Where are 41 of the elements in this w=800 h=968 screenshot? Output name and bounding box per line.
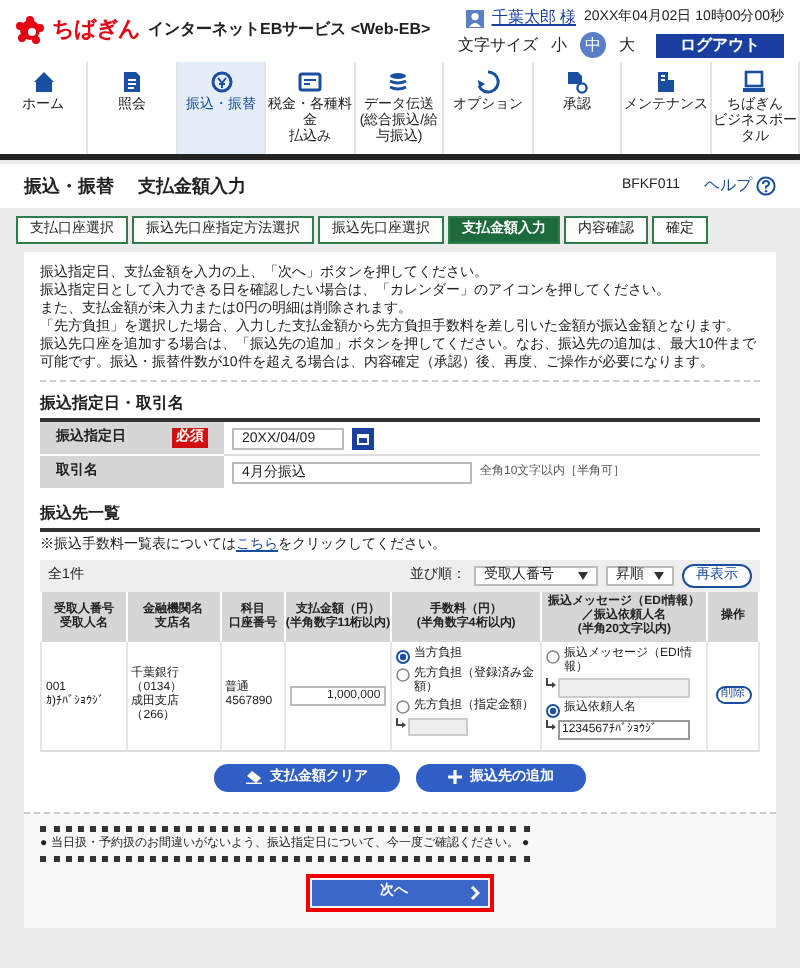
calendar-button[interactable] bbox=[352, 427, 374, 449]
page-category: 振込・振替 bbox=[24, 176, 114, 196]
logo-icon bbox=[16, 16, 44, 44]
fee-field[interactable] bbox=[408, 718, 469, 736]
nav-icon bbox=[475, 70, 500, 94]
help-link[interactable]: ヘルプ bbox=[704, 176, 776, 196]
user-icon bbox=[465, 9, 484, 27]
service-name: インターネットEBサービス <Web-EB> bbox=[148, 20, 431, 40]
radio-button[interactable] bbox=[545, 703, 560, 717]
nav-icon bbox=[742, 70, 767, 94]
message-field[interactable] bbox=[557, 678, 690, 698]
radio-button[interactable] bbox=[396, 700, 411, 714]
corner-arrow-icon bbox=[396, 718, 407, 728]
font-size-label: 文字サイズ bbox=[458, 35, 538, 55]
radio-button[interactable] bbox=[396, 649, 411, 663]
user-name[interactable]: 千葉太郎 様 bbox=[491, 8, 576, 28]
caret-icon bbox=[654, 572, 664, 580]
help-icon bbox=[756, 176, 776, 196]
chevron-right-icon bbox=[470, 885, 480, 899]
section-title: 振込先一覧 bbox=[40, 504, 760, 532]
corner-arrow-icon bbox=[545, 719, 556, 729]
nav-icon bbox=[564, 70, 589, 94]
caret-icon bbox=[578, 572, 588, 580]
calendar-icon bbox=[356, 431, 370, 445]
radio-button[interactable] bbox=[545, 649, 560, 663]
corner-arrow-icon bbox=[545, 678, 556, 688]
nav-icon bbox=[298, 70, 323, 94]
nav-icon bbox=[386, 70, 411, 94]
radio-button[interactable] bbox=[396, 668, 411, 682]
nav-icon bbox=[120, 70, 145, 94]
nav-icon bbox=[31, 70, 56, 94]
page-title: 支払金額入力 bbox=[138, 176, 246, 196]
font-size-option[interactable]: 小 bbox=[546, 32, 572, 58]
nav-icon bbox=[209, 70, 234, 94]
font-size-option[interactable]: 中 bbox=[580, 32, 606, 58]
plus-icon bbox=[448, 770, 462, 784]
logout-button[interactable]: ログアウト bbox=[656, 33, 784, 57]
font-size-option[interactable]: 大 bbox=[614, 32, 640, 58]
logo-text: ちばぎん bbox=[52, 18, 140, 42]
nav-icon bbox=[653, 70, 678, 94]
eraser-icon bbox=[246, 770, 262, 784]
